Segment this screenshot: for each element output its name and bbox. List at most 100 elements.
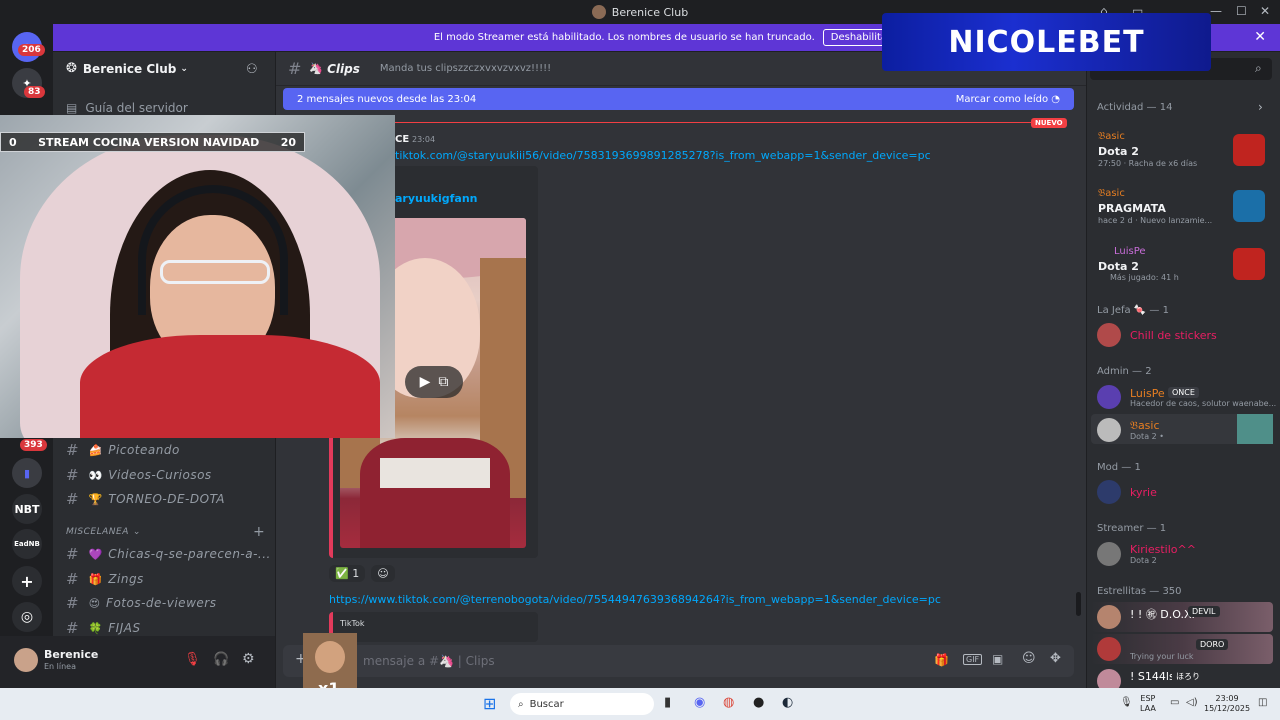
member-name[interactable]: kyrie <box>1130 486 1157 499</box>
language-indicator[interactable]: ESP LAA <box>1140 694 1156 714</box>
folder-icon[interactable]: ▮ <box>12 458 42 488</box>
nicolebet-text: NICOLEBET <box>948 24 1145 60</box>
server-badge: 83 <box>24 86 45 98</box>
activity-detail: Más jugado: 41 h <box>1110 273 1179 282</box>
section-admin: Admin — 2 <box>1097 366 1152 377</box>
windows-start-icon[interactable]: ⊞ <box>483 694 496 713</box>
emoji-icon[interactable]: ☺ <box>1022 651 1036 666</box>
play-controls[interactable]: ▶ ⧉ <box>405 366 463 398</box>
member-name[interactable]: Kiriestilo^^ <box>1130 543 1196 556</box>
server-nbt[interactable]: NBT <box>12 494 42 524</box>
channel-emoji: 🏆 <box>88 492 103 506</box>
channel-fotos-de-viewers[interactable]: # 😍 Fotos-de-viewers <box>66 594 216 612</box>
steam-icon[interactable]: ◐ <box>782 695 793 710</box>
channel-emoji: 👀 <box>88 468 103 482</box>
avatar[interactable] <box>1097 542 1121 566</box>
avatar[interactable] <box>1097 480 1121 504</box>
avatar[interactable] <box>14 648 38 672</box>
scrollbar[interactable] <box>1076 592 1081 616</box>
activity-user[interactable]: LuisPe <box>1114 246 1146 257</box>
message-input[interactable]: mensaje a #🦄 | Clips <box>283 645 1074 677</box>
channel-label: Chicas-q-se-parecen-a-... <box>108 547 271 561</box>
avatar[interactable] <box>1097 323 1121 347</box>
file-explorer-icon[interactable]: ▮ <box>664 695 671 710</box>
channel-label: FIJAS <box>108 621 141 635</box>
channel-emoji: 🍀 <box>88 621 103 635</box>
chevron-down-icon: ⌄ <box>132 527 141 537</box>
close-icon[interactable]: ✕ <box>1254 29 1266 45</box>
open-external-icon[interactable]: ⧉ <box>438 374 448 390</box>
server-guide-item[interactable]: ▤ Guía del servidor <box>66 101 188 115</box>
channel-zings[interactable]: # 🎁 Zings <box>66 570 144 588</box>
category-label: MISCELANEA <box>66 527 129 537</box>
avatar[interactable] <box>1097 418 1121 442</box>
channel-emoji: 🍰 <box>88 443 103 457</box>
apps-icon[interactable]: ✥ <box>1050 651 1061 666</box>
server-eadnb[interactable]: EadNB <box>12 529 42 559</box>
message-author[interactable]: CE <box>395 134 409 145</box>
tiktok-link-2[interactable]: https://www.tiktok.com/@terrenobogota/vi… <box>329 593 941 606</box>
minimize-button[interactable]: — <box>1210 4 1222 18</box>
input-placeholder: mensaje a #🦄 | Clips <box>363 654 495 668</box>
activity-header: Actividad — 14 <box>1097 102 1173 113</box>
lang-code: ESP <box>1140 694 1156 703</box>
channel-chicas[interactable]: # 💜 Chicas-q-se-parecen-a-... <box>66 545 271 563</box>
mic-muted-icon[interactable]: 🎙 <box>184 652 201 667</box>
chevron-right-icon[interactable]: › <box>1258 100 1263 114</box>
add-reaction-icon[interactable]: ☺ <box>371 565 395 582</box>
category-miscelanea[interactable]: MISCELANEA ⌄ <box>66 527 141 537</box>
member-name[interactable]: ! ! ㊗ D.O.X. <box>1130 606 1195 622</box>
obs-icon[interactable]: ● <box>753 695 764 710</box>
channel-emoji: 💜 <box>88 547 103 561</box>
network-icon[interactable]: ▭ <box>1170 697 1179 708</box>
activity-user[interactable]: 𝔅asic <box>1098 131 1125 142</box>
tiktok-link-1[interactable]: tiktok.com/@staryuukiii56/video/75831936… <box>395 149 931 162</box>
avatar[interactable] <box>1097 637 1121 661</box>
member-name[interactable]: Chill de stickers <box>1130 329 1217 342</box>
invite-people-icon[interactable]: ⚇ <box>246 62 258 77</box>
overlay-left-count: 0 <box>9 135 17 149</box>
embed-author[interactable]: aryuukigfann <box>395 192 478 205</box>
channel-topic[interactable]: Manda tus clipszzczxvxvzvxvz!!!!! <box>380 63 551 74</box>
explore-icon[interactable]: ◎ <box>12 602 42 632</box>
dota-icon <box>1233 134 1265 166</box>
gear-icon[interactable]: ⚙ <box>242 651 255 667</box>
webcam-overlay <box>0 115 395 438</box>
reaction-count: 1 <box>352 567 360 580</box>
chrome-icon[interactable]: ◍ <box>723 695 734 710</box>
new-messages-bar[interactable]: 2 mensajes nuevos desde las 23:04 Marcar… <box>283 88 1074 110</box>
sticker-icon[interactable]: ▣ <box>992 652 1003 666</box>
avatar[interactable] <box>1097 605 1121 629</box>
taskbar-search-label: Buscar <box>529 698 564 710</box>
hash-icon: # <box>66 594 79 612</box>
add-channel-icon[interactable]: + <box>253 524 265 540</box>
add-server-icon[interactable]: + <box>12 566 42 596</box>
member-name[interactable]: ! S144ls <box>1130 670 1175 683</box>
member-tag: ONCE <box>1168 387 1199 398</box>
channel-fijas[interactable]: # 🍀 FIJAS <box>66 619 141 637</box>
deafen-icon[interactable]: 🎧 <box>213 652 229 667</box>
server-name-header[interactable]: ❂ Berenice Club ⌄ <box>66 61 188 76</box>
activity-user[interactable]: 𝔅asic <box>1098 188 1125 199</box>
member-name[interactable]: 𝔅asic <box>1130 419 1160 433</box>
channel-videos-curiosos[interactable]: # 👀 Videos-Curiosos <box>66 466 212 484</box>
play-icon[interactable]: ▶ <box>420 374 431 390</box>
mark-read-button[interactable]: Marcar como leído ◔ <box>956 94 1060 105</box>
user-status: En línea <box>44 662 77 671</box>
avatar[interactable] <box>1097 385 1121 409</box>
mic-icon[interactable]: 🎙 <box>1120 697 1133 708</box>
notification-icon[interactable]: ◫ <box>1258 697 1267 708</box>
close-window-button[interactable]: ✕ <box>1260 4 1270 18</box>
channel-picoteando[interactable]: # 🍰 Picoteando <box>66 441 180 459</box>
reaction-check[interactable]: ✅ 1 <box>329 565 366 582</box>
maximize-button[interactable]: ☐ <box>1236 4 1247 18</box>
overlay-right-count: 20 <box>280 135 296 149</box>
discord-taskbar-icon[interactable]: ◉ <box>694 695 705 710</box>
clock[interactable]: 23:09 15/12/2025 <box>1204 694 1250 714</box>
gift-icon[interactable]: 🎁 <box>934 653 949 667</box>
stream-title-overlay: 0 STREAM COCINA VERSION NAVIDAD 20 <box>0 132 305 152</box>
volume-icon[interactable]: ◁) <box>1186 697 1198 708</box>
gif-icon[interactable]: GIF <box>963 654 983 665</box>
channel-torneo-de-dota[interactable]: # 🏆 TORNEO-DE-DOTA <box>66 490 225 508</box>
taskbar-search[interactable]: ⌕ Buscar <box>510 693 654 715</box>
